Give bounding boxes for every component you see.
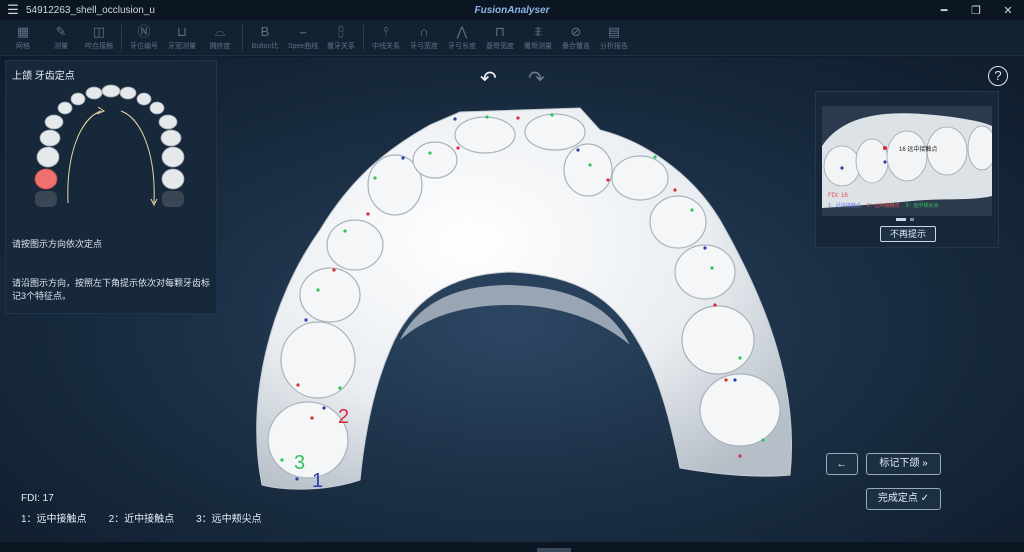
hint-image bbox=[822, 106, 992, 216]
hint-point-label: 16 远中接触点 bbox=[899, 147, 938, 153]
hint-legend: 1：近中接触点 2：远中接触点 3：远中颊尖点 bbox=[828, 202, 938, 209]
dismiss-hint-button[interactable]: 不再提示 bbox=[880, 226, 936, 242]
redo-icon[interactable]: ↷ bbox=[528, 66, 545, 91]
finish-marking-button[interactable]: 完成定点 ✓ bbox=[866, 488, 941, 510]
active-tooth-17 bbox=[34, 168, 58, 190]
guide-panel: 上颌 牙齿定点 请按图示方向依次定点 请沿图示方向，按照左下角提示依次对每颗牙齿… bbox=[5, 60, 217, 314]
legend-item-2: 2：近中接触点 bbox=[108, 514, 175, 525]
help-icon[interactable]: ? bbox=[988, 66, 1008, 86]
page-indicator[interactable] bbox=[896, 218, 914, 221]
legend-item-3: 3：远中颊尖点 bbox=[196, 514, 262, 525]
hint-legend-2: 2：远中接触点 bbox=[866, 203, 900, 209]
legend-item-1: 1：远中接触点 bbox=[21, 514, 87, 525]
marker-3: 3 bbox=[294, 452, 306, 474]
marker-2: 2 bbox=[338, 406, 350, 428]
marker-1: 1 bbox=[312, 470, 324, 492]
status-bar bbox=[0, 542, 1024, 552]
hint-legend-1: 1：近中接触点 bbox=[828, 203, 861, 209]
hint-legend-3: 3：远中颊尖点 bbox=[905, 203, 939, 209]
instruction-detail: 请沿图示方向，按照左下角提示依次对每颗牙齿标记3个特征点。 bbox=[12, 278, 211, 301]
hint-fdi: FDI: 16 bbox=[828, 193, 848, 199]
current-fdi: FDI: 17 bbox=[21, 493, 54, 504]
previous-tooth-button[interactable]: ← bbox=[826, 453, 858, 475]
point-legend: 1：远中接触点 2：近中接触点 3：远中颊尖点 bbox=[21, 510, 262, 525]
direction-arrow bbox=[67, 110, 102, 204]
instruction-primary: 请按图示方向依次定点 bbox=[12, 239, 103, 249]
mark-mandible-button[interactable]: 标记下颌 » bbox=[866, 453, 941, 475]
panel-handle[interactable] bbox=[537, 548, 571, 552]
undo-icon[interactable]: ↶ bbox=[480, 66, 497, 91]
hint-preview-panel: 16 远中接触点 FDI: 16 1：近中接触点 2：远中接触点 3：远中颊尖点… bbox=[815, 91, 999, 248]
panel-title: 上颌 牙齿定点 bbox=[12, 71, 75, 82]
